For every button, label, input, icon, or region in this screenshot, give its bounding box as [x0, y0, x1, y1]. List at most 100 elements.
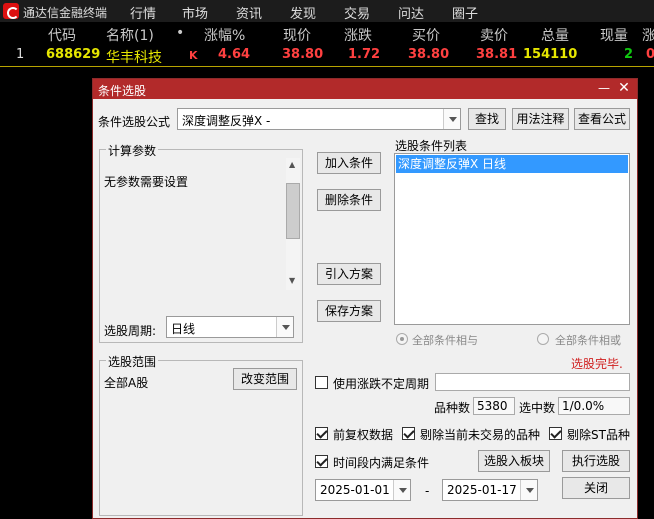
scroll-up-icon[interactable]: ▲ [289, 160, 295, 169]
col-header-change[interactable]: 涨跌 [344, 25, 372, 45]
limit-period-checkbox[interactable] [315, 376, 328, 389]
scroll-down-icon[interactable]: ▼ [289, 276, 295, 285]
row-name: 华丰科技 [106, 50, 162, 66]
condition-list[interactable]: 深度调整反弹X 日线 [394, 153, 630, 325]
exclude-st-label: 剔除ST品种 [567, 428, 630, 442]
menu-item-ask[interactable]: 问达 [398, 3, 424, 22]
col-header-dot: • [176, 25, 185, 41]
app-title: 通达信金融终端 [23, 6, 108, 20]
close-button[interactable]: 关闭 [562, 477, 630, 499]
forward-adjust-checkbox[interactable] [315, 427, 328, 440]
range-value: 全部A股 [104, 376, 149, 390]
formula-value: 深度调整反弹X - [182, 114, 271, 128]
exclude-st-checkbox[interactable] [549, 427, 562, 440]
exclude-untraded-label: 剔除当前未交易的品种 [420, 428, 541, 442]
col-header-bid[interactable]: 买价 [412, 25, 440, 45]
table-row[interactable]: 1 688629 华丰科技 K 4.64 38.80 1.72 38.80 38… [0, 44, 654, 66]
quote-table-header: 代码 名称(1) • 涨幅% 现价 涨跌 买价 卖价 总量 现量 涨 [0, 22, 654, 44]
col-header-price[interactable]: 现价 [283, 25, 311, 45]
dialog-titlebar[interactable]: 条件选股 — ✕ [93, 79, 637, 99]
row-code: 688629 [46, 47, 101, 62]
to-block-button[interactable]: 选股入板块 [478, 450, 550, 472]
find-button[interactable]: 查找 [468, 108, 506, 130]
row-bid: 38.80 [408, 47, 450, 62]
date-from-value: 2025-01-01 [320, 483, 390, 497]
exclude-untraded-checkbox[interactable] [402, 427, 415, 440]
menu-item-quotes[interactable]: 行情 [130, 3, 156, 22]
add-condition-button[interactable]: 加入条件 [317, 152, 381, 174]
col-header-more[interactable]: 涨 [642, 25, 654, 45]
import-scheme-button[interactable]: 引入方案 [317, 263, 381, 285]
row-flag: K [189, 49, 198, 62]
change-range-button[interactable]: 改变范围 [233, 368, 297, 390]
selected-field: 1/0.0% [558, 397, 630, 415]
forward-adjust-label: 前复权数据 [333, 428, 394, 442]
menu-item-trade[interactable]: 交易 [344, 3, 370, 22]
view-formula-button[interactable]: 查看公式 [574, 108, 630, 130]
range-group: 选股范围 全部A股 改变范围 [99, 353, 303, 516]
row-volume: 154110 [523, 47, 578, 62]
menu-item-market[interactable]: 市场 [182, 3, 208, 22]
count-value: 5380 [477, 399, 508, 413]
chevron-down-icon[interactable] [443, 109, 460, 129]
scrollbar-thumb[interactable] [286, 183, 300, 239]
menu-item-circle[interactable]: 圈子 [452, 3, 478, 22]
count-label: 品种数 [434, 401, 471, 415]
date-separator: - [425, 484, 430, 498]
row-price: 38.80 [282, 47, 324, 62]
params-group: 计算参数 无参数需要设置 ▲ ▼ 选股周期: 日线 [99, 142, 303, 343]
delete-condition-button[interactable]: 删除条件 [317, 189, 381, 211]
chevron-down-icon[interactable] [276, 317, 293, 337]
row-change: 1.72 [348, 47, 381, 62]
time-range-label: 时间段内满足条件 [333, 456, 430, 470]
period-label: 选股周期: [104, 324, 157, 338]
limit-period-label: 使用涨跌不定周期 [333, 377, 430, 391]
row-index: 1 [16, 47, 25, 62]
row-more: 0 [646, 47, 654, 62]
selected-value: 1/0.0% [562, 399, 605, 413]
menu-item-news[interactable]: 资讯 [236, 3, 262, 22]
period-value: 日线 [171, 322, 196, 336]
dialog-title: 条件选股 [98, 84, 147, 98]
close-icon[interactable]: ✕ [617, 81, 631, 95]
row-change-pct: 4.64 [218, 47, 251, 62]
col-header-name[interactable]: 名称(1) [106, 25, 154, 45]
col-header-volume[interactable]: 总量 [541, 25, 569, 45]
radio-and[interactable] [396, 333, 408, 345]
row-cur-volume: 2 [624, 47, 634, 62]
execute-select-button[interactable]: 执行选股 [562, 450, 630, 472]
save-scheme-button[interactable]: 保存方案 [317, 300, 381, 322]
params-scrollbar[interactable]: ▲ ▼ [286, 158, 300, 290]
menubar: 通达信金融终端 行情 市场 资讯 发现 交易 问达 圈子 [0, 0, 654, 22]
condition-list-label: 选股条件列表 [395, 139, 468, 153]
col-header-change-pct[interactable]: 涨幅% [204, 25, 245, 45]
radio-or[interactable] [537, 333, 549, 345]
condition-select-dialog: 条件选股 — ✕ 条件选股公式 深度调整反弹X - 查找 用法注释 查看公式 计… [92, 78, 638, 519]
col-header-cur-volume[interactable]: 现量 [600, 25, 628, 45]
chevron-down-icon[interactable] [393, 480, 410, 500]
usage-button[interactable]: 用法注释 [512, 108, 569, 130]
radio-or-label: 全部条件相或 [555, 334, 621, 347]
status-text: 选股完毕. [571, 357, 623, 371]
params-text: 无参数需要设置 [104, 175, 189, 189]
range-group-label: 选股范围 [106, 353, 159, 370]
date-from-combo[interactable]: 2025-01-01 [315, 479, 411, 501]
minimize-icon[interactable]: — [597, 81, 611, 95]
col-header-code[interactable]: 代码 [48, 25, 76, 45]
radio-and-label: 全部条件相与 [412, 334, 478, 347]
chevron-down-icon[interactable] [520, 480, 537, 500]
limit-period-input[interactable] [435, 373, 630, 391]
list-item[interactable]: 深度调整反弹X 日线 [396, 155, 628, 173]
formula-label: 条件选股公式 [98, 115, 171, 129]
menu-item-discover[interactable]: 发现 [290, 3, 316, 22]
period-combo[interactable]: 日线 [166, 316, 294, 338]
col-header-ask[interactable]: 卖价 [480, 25, 508, 45]
row-divider [0, 66, 654, 67]
count-field: 5380 [473, 397, 515, 415]
formula-combo[interactable]: 深度调整反弹X - [177, 108, 461, 130]
params-group-label: 计算参数 [106, 142, 159, 159]
selected-label: 选中数 [519, 401, 556, 415]
date-to-value: 2025-01-17 [447, 483, 517, 497]
date-to-combo[interactable]: 2025-01-17 [442, 479, 538, 501]
time-range-checkbox[interactable] [315, 455, 328, 468]
